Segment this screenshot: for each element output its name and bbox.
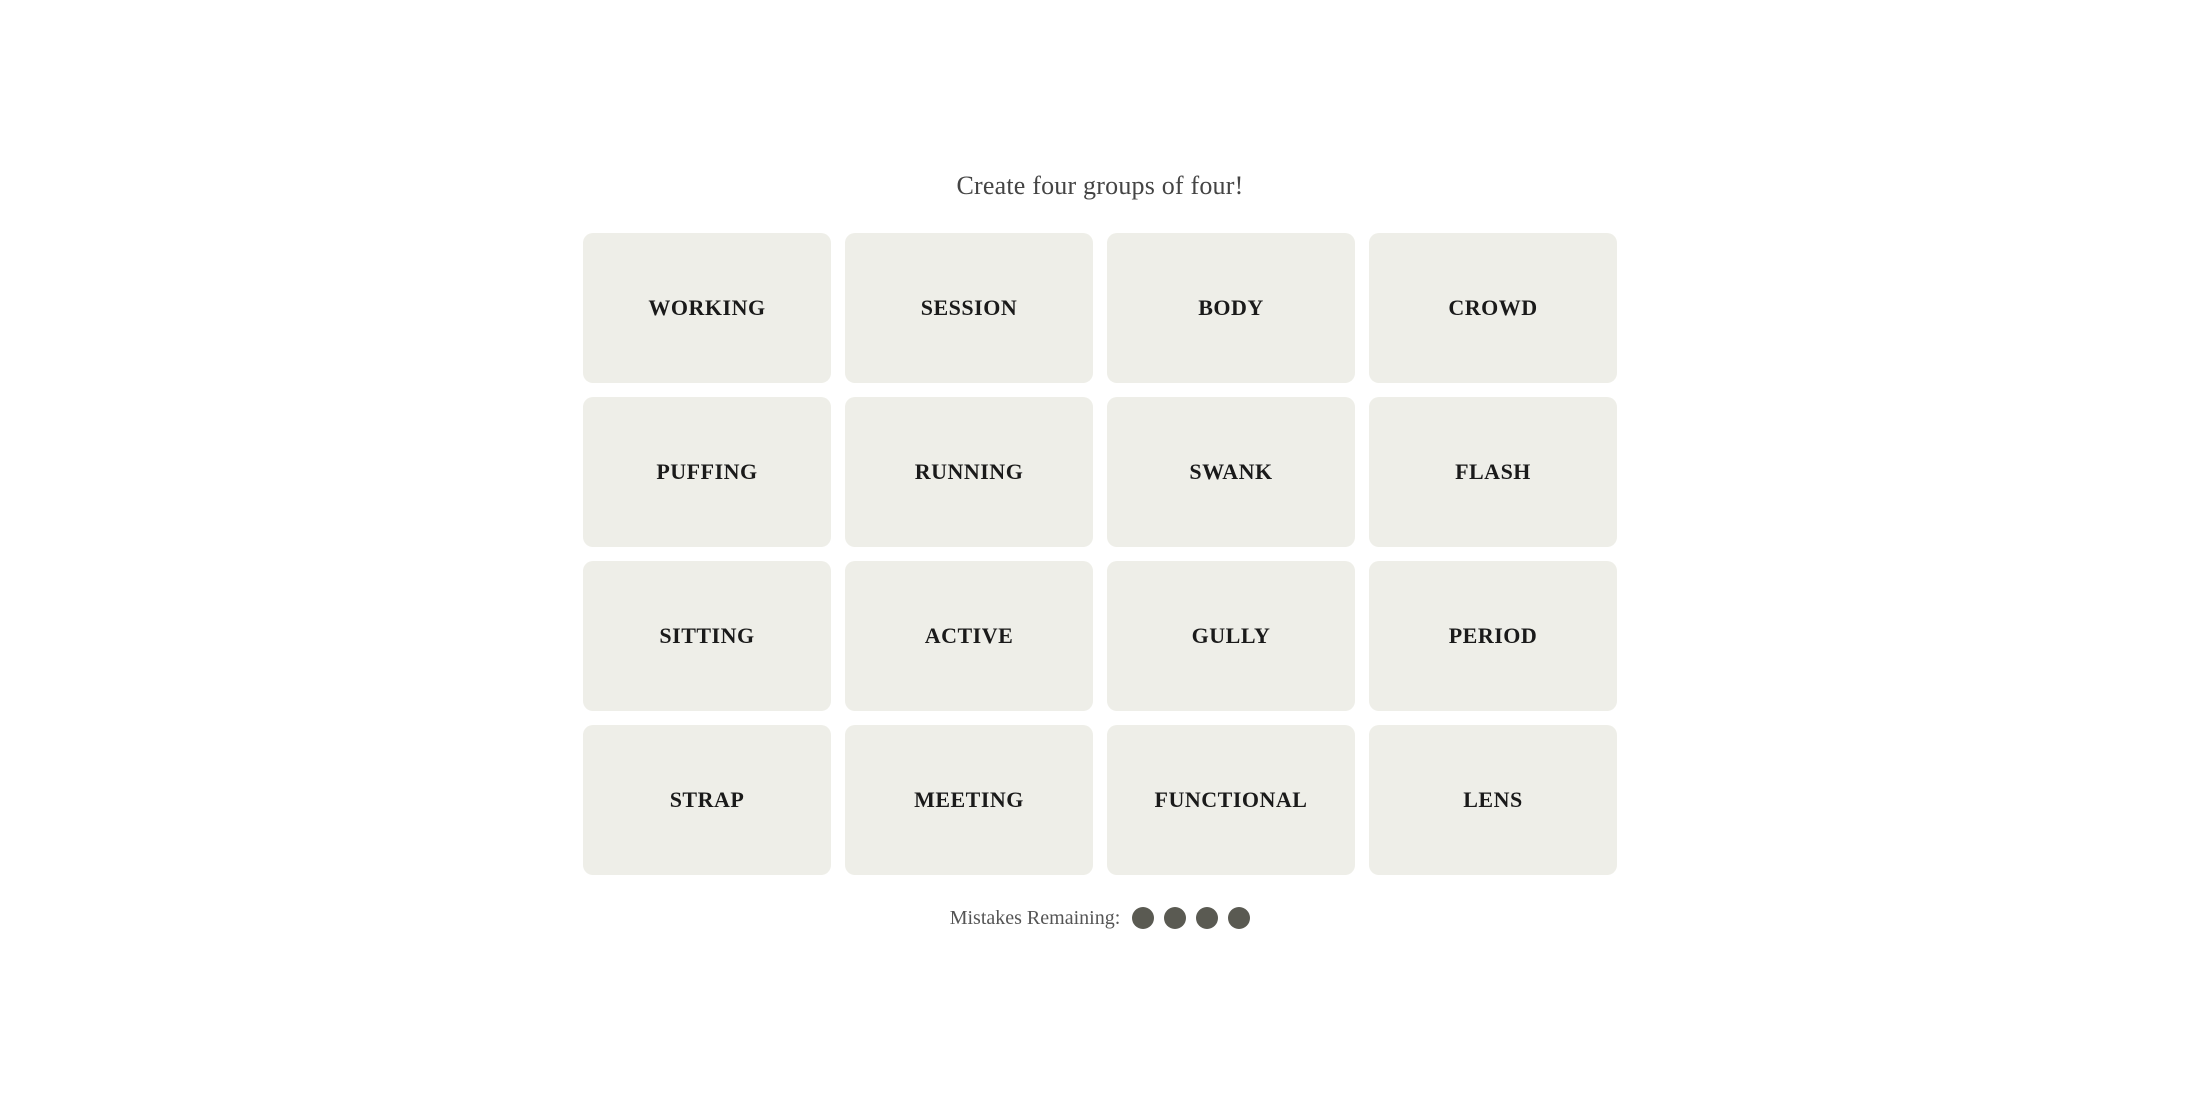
- mistakes-dots: [1132, 907, 1250, 929]
- tile-label-gully: GULLY: [1192, 623, 1271, 649]
- tile-gully[interactable]: GULLY: [1107, 561, 1355, 711]
- tile-crowd[interactable]: CROWD: [1369, 233, 1617, 383]
- tile-label-swank: SWANK: [1189, 459, 1272, 485]
- game-container: Create four groups of four! WORKING SESSI…: [550, 171, 1650, 930]
- tile-meeting[interactable]: MEETING: [845, 725, 1093, 875]
- tile-label-active: ACTIVE: [925, 623, 1014, 649]
- tile-period[interactable]: PERIOD: [1369, 561, 1617, 711]
- mistake-dot-4: [1228, 907, 1250, 929]
- tile-label-lens: LENS: [1463, 787, 1522, 813]
- tile-strap[interactable]: STRAP: [583, 725, 831, 875]
- tile-grid: WORKING SESSION BODY CROWD PUFFING RUNNING SWA…: [583, 233, 1617, 875]
- tile-label-period: PERIOD: [1449, 623, 1538, 649]
- tile-functional[interactable]: FUNCTIONAL: [1107, 725, 1355, 875]
- tile-label-session: SESSION: [921, 295, 1017, 321]
- mistake-dot-2: [1164, 907, 1186, 929]
- tile-working[interactable]: WORKING: [583, 233, 831, 383]
- tile-label-working: WORKING: [648, 295, 765, 321]
- mistake-dot-1: [1132, 907, 1154, 929]
- tile-label-strap: STRAP: [670, 787, 745, 813]
- tile-running[interactable]: RUNNING: [845, 397, 1093, 547]
- tile-label-puffing: PUFFING: [656, 459, 757, 485]
- tile-lens[interactable]: LENS: [1369, 725, 1617, 875]
- tile-label-flash: FLASH: [1455, 459, 1531, 485]
- tile-label-meeting: MEETING: [914, 787, 1024, 813]
- tile-body[interactable]: BODY: [1107, 233, 1355, 383]
- tile-sitting[interactable]: SITTING: [583, 561, 831, 711]
- mistake-dot-3: [1196, 907, 1218, 929]
- tile-flash[interactable]: FLASH: [1369, 397, 1617, 547]
- tile-label-functional: FUNCTIONAL: [1155, 787, 1308, 813]
- tile-label-running: RUNNING: [915, 459, 1024, 485]
- mistakes-area: Mistakes Remaining:: [950, 907, 1251, 930]
- subtitle: Create four groups of four!: [957, 171, 1244, 201]
- tile-session[interactable]: SESSION: [845, 233, 1093, 383]
- tile-active[interactable]: ACTIVE: [845, 561, 1093, 711]
- tile-label-crowd: CROWD: [1448, 295, 1537, 321]
- tile-swank[interactable]: SWANK: [1107, 397, 1355, 547]
- tile-puffing[interactable]: PUFFING: [583, 397, 831, 547]
- mistakes-label: Mistakes Remaining:: [950, 907, 1121, 930]
- tile-label-sitting: SITTING: [659, 623, 754, 649]
- tile-label-body: BODY: [1198, 295, 1264, 321]
